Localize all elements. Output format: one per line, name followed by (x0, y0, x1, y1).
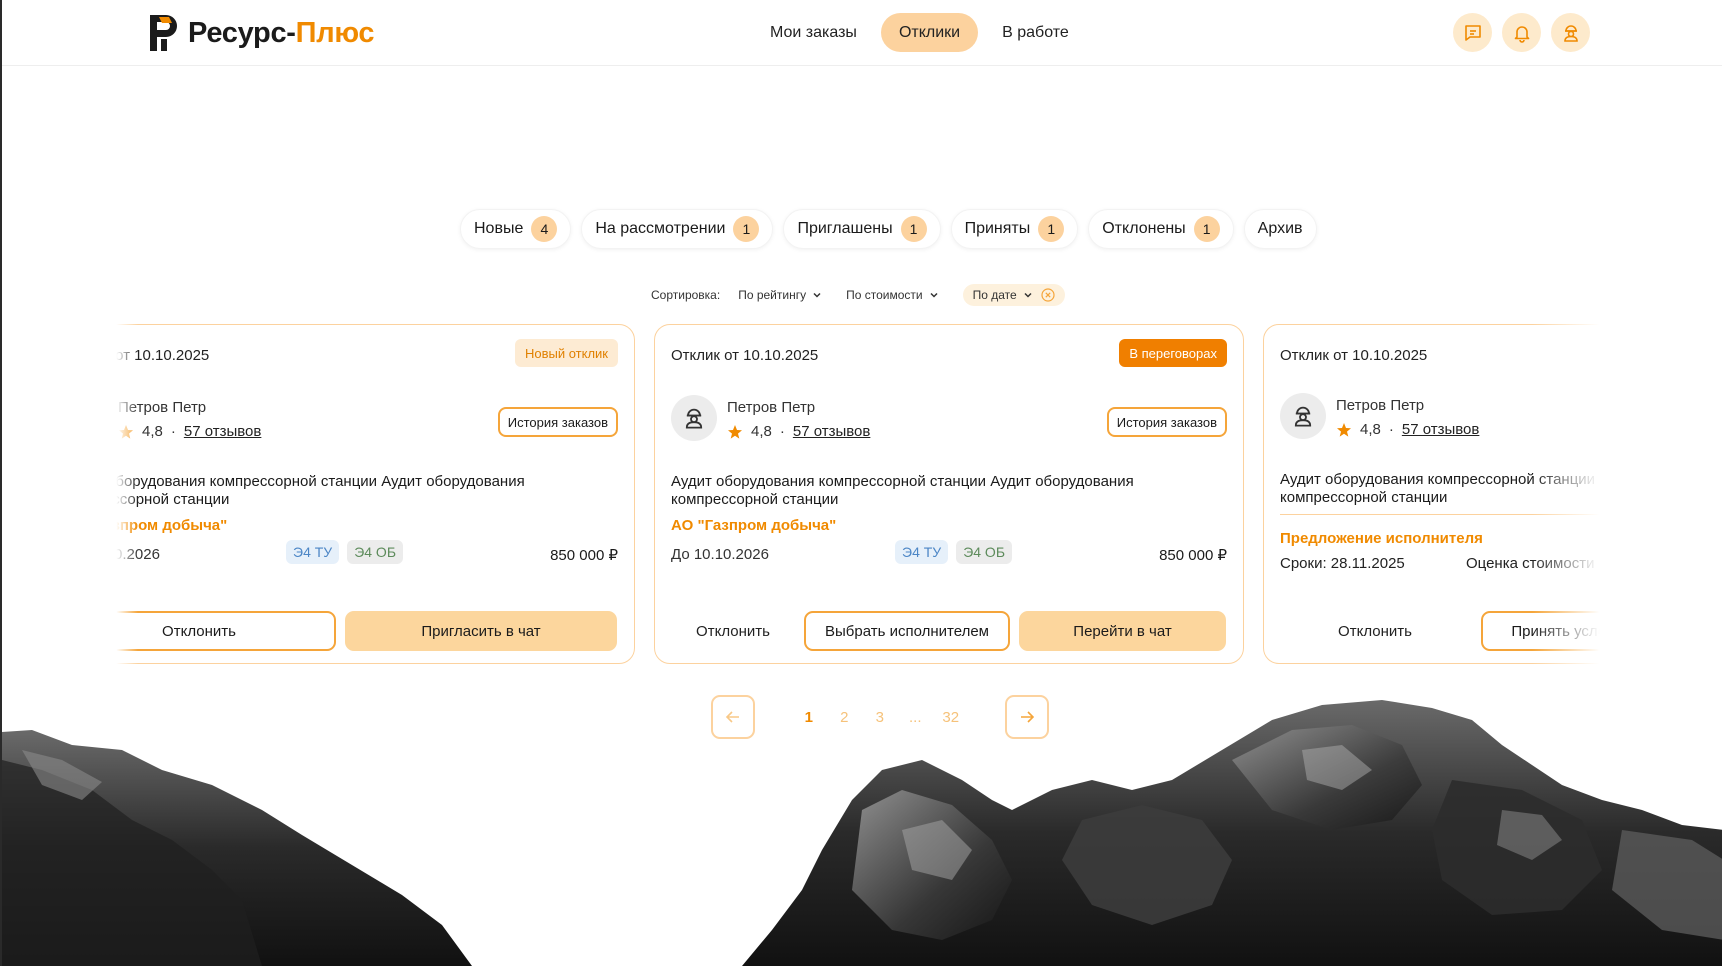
logo-mark-icon (150, 15, 177, 51)
customer-company: АО "Газпром добыча" (671, 517, 837, 534)
card-date: Отклик от 10.10.2025 (671, 347, 819, 364)
main-nav: Мои заказы Отклики В работе (752, 13, 1093, 52)
tab-invited[interactable]: Приглашены 1 (783, 209, 941, 249)
responses-carousel: Отклик от 10.10.2025 Новый отклик Петров… (102, 322, 1622, 668)
chevron-down-icon (1024, 292, 1032, 298)
notifications-button[interactable] (1502, 13, 1541, 52)
status-tabs: Новые 4 На рассмотрении 1 Приглашены 1 Прин… (460, 209, 1327, 249)
reviews-link[interactable]: 57 отзывов (793, 423, 871, 440)
executor-name[interactable]: Петров Петр (727, 399, 815, 416)
nav-in-work[interactable]: В работе (984, 13, 1087, 52)
sort-by-date[interactable]: По дате (962, 284, 1065, 306)
tab-count-badge: 1 (733, 216, 760, 242)
header-actions (1443, 13, 1590, 52)
avatar[interactable] (671, 395, 717, 441)
tag: Э4 ТУ (895, 540, 949, 564)
order-description: Аудит оборудования компрессорной станции… (671, 473, 1134, 508)
tab-count-badge: 4 (531, 216, 558, 242)
tab-archive[interactable]: Архив (1243, 209, 1317, 249)
tab-count-badge: 1 (900, 216, 927, 242)
carousel-fade-left (102, 322, 138, 668)
tab-accepted[interactable]: Приняты 1 (950, 209, 1079, 249)
tab-count-badge: 1 (1193, 216, 1220, 242)
star-icon (1337, 422, 1351, 437)
nav-my-orders[interactable]: Мои заказы (752, 13, 875, 52)
tag: Э4 ТУ (286, 540, 340, 564)
executor-rating: 4,8 · 57 отзывов (727, 423, 870, 440)
tab-new[interactable]: Новые 4 (460, 209, 572, 249)
card-actions: Отклонить Пригласить в чат (102, 611, 618, 651)
order-history-button[interactable]: История заказов (497, 407, 618, 437)
reviews-link[interactable]: 57 отзывов (1402, 421, 1480, 438)
user-worker-icon (1563, 24, 1578, 42)
avatar[interactable] (1280, 393, 1326, 439)
sort-by-price[interactable]: По стоимости (846, 288, 939, 302)
go-to-chat-button[interactable]: Перейти в чат (1019, 611, 1226, 651)
user-worker-icon (1294, 406, 1312, 427)
tag-list: Э4 ТУ Э4 ОБ (895, 540, 1020, 564)
sort-bar: Сортировка: По рейтингу По стоимости По … (651, 284, 1065, 306)
executor-offer-title: Предложение исполнителя (1280, 530, 1483, 547)
user-worker-icon (685, 408, 703, 429)
rocks-background-image (2, 700, 1722, 966)
top-header: Ресурс-Плюс Мои заказы Отклики В работе (2, 0, 1722, 66)
nav-responses[interactable]: Отклики (880, 13, 979, 52)
tag: Э4 ОБ (347, 540, 404, 564)
sort-label: Сортировка: (651, 288, 721, 302)
reject-button[interactable]: Отклонить (671, 611, 795, 651)
bell-icon (1514, 25, 1529, 43)
offer-terms: Сроки: 28.11.2025 (1280, 555, 1405, 572)
status-badge: В переговорах (1119, 339, 1227, 367)
executor-name[interactable]: Петров Петр (1336, 397, 1424, 414)
tag-list: Э4 ТУ Э4 ОБ (286, 540, 411, 564)
chat-icon (1464, 24, 1481, 41)
order-history-button[interactable]: История заказов (1106, 407, 1227, 437)
status-badge: Новый отклик (514, 339, 618, 367)
reviews-link[interactable]: 57 отзывов (184, 423, 262, 440)
chat-button[interactable] (1453, 13, 1492, 52)
choose-executor-button[interactable]: Выбрать исполнителем (804, 611, 1010, 651)
sort-by-rating[interactable]: По рейтингу (738, 288, 822, 302)
response-card: Отклик от 10.10.2025 Новый отклик Петров… (102, 324, 635, 664)
page: Ресурс-Плюс Мои заказы Отклики В работе (0, 0, 1722, 966)
order-price: 850 000 ₽ (1159, 547, 1227, 564)
clear-sort-icon[interactable] (1041, 288, 1055, 302)
chevron-down-icon (930, 292, 938, 298)
card-actions: Отклонить Выбрать исполнителем Перейти в… (671, 611, 1227, 651)
brand-name: Ресурс-Плюс (188, 16, 375, 49)
reject-button[interactable]: Отклонить (1280, 611, 1470, 651)
response-card: Отклик от 10.10.2025 В переговорах Петро… (654, 324, 1244, 664)
tab-under-review[interactable]: На рассмотрении 1 (581, 209, 774, 249)
executor-rating: 4,8 · 57 отзывов (118, 423, 261, 440)
order-description: Аудит оборудования компрессорной станции… (102, 473, 525, 508)
brand-logo[interactable]: Ресурс-Плюс (150, 15, 375, 51)
invite-to-chat-button[interactable]: Пригласить в чат (345, 611, 617, 651)
chevron-down-icon (813, 292, 821, 298)
order-deadline: До 10.10.2026 (671, 546, 769, 563)
card-date: Отклик от 10.10.2025 (1280, 347, 1428, 364)
executor-rating: 4,8 · 57 отзывов (1336, 421, 1479, 438)
profile-button[interactable] (1551, 13, 1590, 52)
tab-count-badge: 1 (1038, 216, 1065, 242)
tab-rejected[interactable]: Отклонены 1 (1088, 209, 1234, 249)
star-icon (728, 424, 742, 439)
tag: Э4 ОБ (956, 540, 1013, 564)
order-price: 850 000 ₽ (550, 547, 618, 564)
carousel-fade-right (1532, 322, 1622, 668)
